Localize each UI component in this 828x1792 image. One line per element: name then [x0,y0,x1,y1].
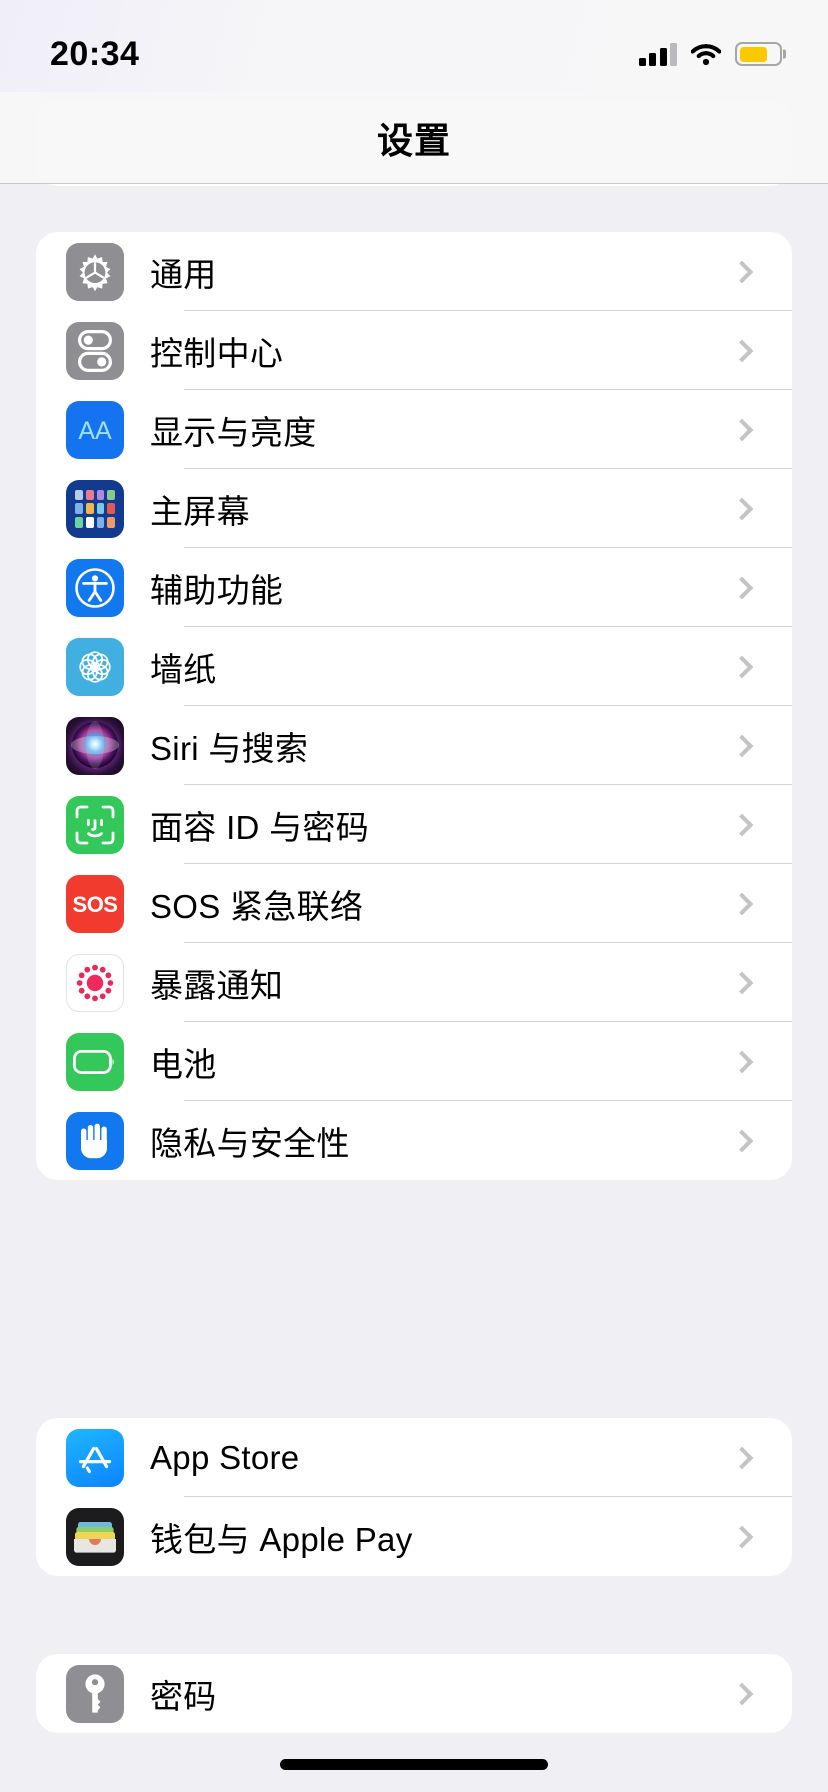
chevron-right-icon [730,971,754,994]
settings-group-passwords: 密码 [36,1654,792,1733]
chevron-right-icon [730,892,754,915]
settings-group-system: 通用 控制中心 AA 显示与亮度 主屏幕 辅助功能 墙纸 Siri 与搜索 面容… [36,232,792,1180]
svg-text:AA: AA [78,417,112,443]
home-screen-icon [66,479,124,538]
chevron-right-icon [730,1525,754,1548]
key-icon [66,1664,124,1723]
settings-row[interactable]: 电池 [36,1022,792,1101]
chevron-right-icon [730,734,754,757]
settings-row-label: 面容 ID 与密码 [150,808,370,846]
privacy-hand-icon [66,1111,124,1170]
settings-row[interactable]: 通用 [36,232,792,311]
gear-icon [66,242,124,301]
settings-screen: 通用 控制中心 AA 显示与亮度 主屏幕 辅助功能 墙纸 Siri 与搜索 面容… [0,0,828,1792]
chevron-right-icon [730,418,754,441]
settings-row-label: 显示与亮度 [150,413,317,451]
cellular-signal-icon [638,42,677,66]
settings-row[interactable]: Siri 与搜索 [36,706,792,785]
navigation-bar: 设置 [0,92,828,184]
settings-row-label: 电池 [150,1045,217,1083]
settings-row-label: SOS 紧急联络 [150,887,364,925]
status-indicators [638,26,786,66]
settings-row-label: 通用 [150,255,217,293]
settings-group-store: App Store 钱包与 Apple Pay [36,1418,792,1576]
chevron-right-icon [730,813,754,836]
chevron-right-icon [730,260,754,283]
chevron-right-icon [730,1446,754,1469]
settings-row-label: 墙纸 [150,650,217,688]
emergency-sos-icon: SOS [66,874,124,933]
settings-row[interactable]: 控制中心 [36,311,792,390]
settings-row[interactable]: AA 显示与亮度 [36,390,792,469]
settings-row-label: Siri 与搜索 [150,729,309,767]
settings-row[interactable]: 密码 [36,1654,792,1733]
settings-row-label: App Store [150,1438,300,1476]
settings-row[interactable]: 主屏幕 [36,469,792,548]
chevron-right-icon [730,339,754,362]
wallpaper-icon [66,637,124,696]
status-time: 20:34 [50,35,140,73]
siri-icon [66,716,124,775]
settings-row-label: 控制中心 [150,334,284,372]
settings-row-label: 暴露通知 [150,966,284,1004]
status-bar: 20:34 [0,0,828,92]
settings-scroll-view[interactable]: 通用 控制中心 AA 显示与亮度 主屏幕 辅助功能 墙纸 Siri 与搜索 面容… [0,0,828,1792]
settings-row[interactable]: 面容 ID 与密码 [36,785,792,864]
settings-row-label: 钱包与 Apple Pay [150,1520,413,1558]
settings-row-label: 辅助功能 [150,571,284,609]
page-title: 设置 [376,119,451,161]
exposure-notifications-icon [66,953,124,1012]
face-id-icon [66,795,124,854]
settings-row[interactable]: 墙纸 [36,627,792,706]
settings-row-label: 密码 [150,1677,217,1715]
chevron-right-icon [730,1129,754,1152]
svg-text:SOS: SOS [73,892,118,917]
settings-row[interactable]: 钱包与 Apple Pay [36,1497,792,1576]
settings-row[interactable]: 隐私与安全性 [36,1101,792,1180]
wifi-icon [690,43,722,66]
display-brightness-icon: AA [66,400,124,459]
settings-row[interactable]: 辅助功能 [36,548,792,627]
settings-row[interactable]: 暴露通知 [36,943,792,1022]
settings-row[interactable]: SOS SOS 紧急联络 [36,864,792,943]
wallet-icon [66,1507,124,1566]
chevron-right-icon [730,497,754,520]
app-store-icon [66,1428,124,1487]
chevron-right-icon [730,655,754,678]
accessibility-icon [66,558,124,617]
control-center-icon [66,321,124,380]
settings-row[interactable]: App Store [36,1418,792,1497]
battery-icon [735,42,786,66]
home-indicator[interactable] [280,1759,548,1770]
settings-row-label: 隐私与安全性 [150,1124,350,1162]
chevron-right-icon [730,576,754,599]
chevron-right-icon [730,1682,754,1705]
chevron-right-icon [730,1050,754,1073]
battery-settings-icon [66,1032,124,1091]
settings-row-label: 主屏幕 [150,492,250,530]
